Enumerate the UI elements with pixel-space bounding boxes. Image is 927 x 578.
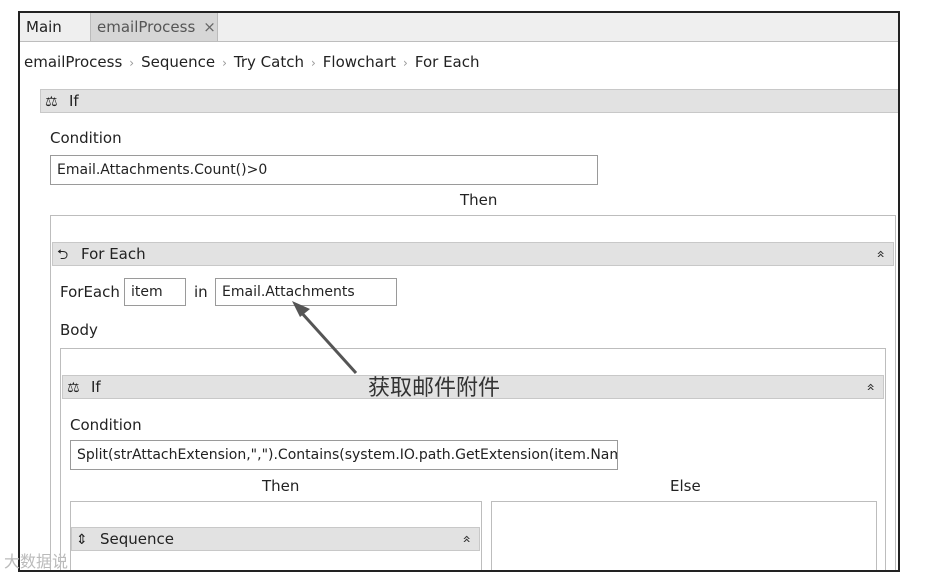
inner-condition-label: Condition — [70, 416, 142, 434]
collapse-icon[interactable]: « — [456, 535, 478, 544]
collapse-icon[interactable]: « — [860, 383, 882, 392]
sequence-activity-header[interactable]: ⇕ Sequence « — [71, 527, 480, 551]
sequence-icon: ⇕ — [76, 532, 88, 548]
tab-emailprocess-label: emailProcess — [97, 18, 196, 36]
annotation-text: 获取邮件附件 — [368, 376, 501, 401]
close-icon[interactable]: × — [203, 18, 216, 36]
inner-if-title: If — [91, 378, 101, 396]
in-label: in — [194, 283, 208, 301]
chevron-right-icon: › — [129, 56, 135, 70]
tab-emailprocess[interactable]: emailProcess × — [90, 13, 218, 41]
tab-main-label: Main — [26, 18, 62, 36]
tab-main[interactable]: Main — [20, 13, 88, 41]
breadcrumb-item-emailprocess[interactable]: emailProcess — [24, 53, 122, 71]
if-icon: ⚖ — [45, 94, 58, 110]
breadcrumb-item-for-each[interactable]: For Each — [415, 53, 480, 71]
breadcrumb-item-flowchart[interactable]: Flowchart — [323, 53, 396, 71]
for-each-icon: ⮌ — [57, 247, 69, 263]
collection-input[interactable]: Email.Attachments — [215, 278, 397, 306]
inner-else-container — [491, 501, 877, 570]
sequence-title: Sequence — [100, 530, 174, 548]
foreach-label: ForEach — [60, 283, 120, 301]
chevron-right-icon: › — [310, 56, 316, 70]
if-icon: ⚖ — [67, 380, 80, 396]
then-label: Then — [460, 191, 498, 209]
inner-condition-input[interactable]: Split(strAttachExtension,",").Contains(s… — [70, 440, 618, 470]
inner-else-label: Else — [670, 477, 701, 495]
watermark: 大数据说 — [4, 552, 69, 571]
item-input[interactable]: item — [124, 278, 186, 306]
condition-label: Condition — [50, 129, 122, 147]
chevron-right-icon: › — [222, 56, 227, 70]
condition-input[interactable]: Email.Attachments.Count()>0 — [50, 155, 598, 185]
chevron-right-icon: › — [403, 56, 408, 70]
designer-window: Main emailProcess × emailProcess › Sequence… — [18, 11, 900, 572]
breadcrumb-item-try-catch[interactable]: Try Catch — [234, 53, 304, 71]
for-each-title: For Each — [81, 245, 146, 263]
breadcrumb-item-sequence[interactable]: Sequence — [141, 53, 215, 71]
if-activity-title: If — [69, 92, 79, 110]
collapse-icon[interactable]: « — [870, 250, 892, 259]
for-each-activity-header[interactable]: ⮌ For Each « — [52, 242, 894, 266]
if-activity-header[interactable]: ⚖ If — [40, 89, 898, 113]
inner-then-label: Then — [262, 477, 300, 495]
body-label: Body — [60, 321, 98, 339]
breadcrumb: emailProcess › Sequence › Try Catch › Flowchar… — [24, 51, 480, 73]
tab-bar: Main emailProcess × — [20, 13, 898, 42]
